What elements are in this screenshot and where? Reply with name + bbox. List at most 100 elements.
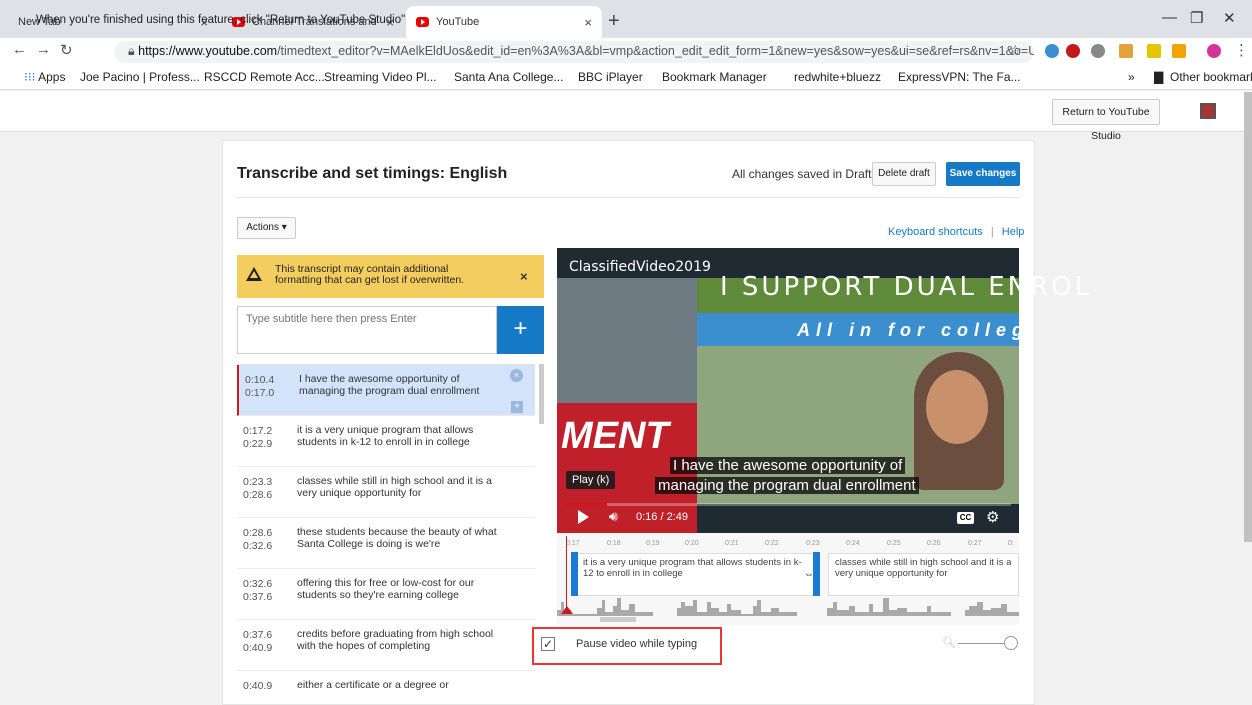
video-time: 0:16 / 2:49 [636, 511, 688, 523]
bookmark-item[interactable]: BBC iPlayer [578, 70, 643, 84]
timeline-tick: 0:19 [646, 540, 660, 547]
maximize-icon[interactable]: ❐ [1190, 9, 1203, 27]
bookmark-other[interactable]: Other bookmarks [1170, 70, 1252, 84]
add-caption-button[interactable]: + [497, 306, 544, 354]
back-icon[interactable]: ← [12, 41, 27, 58]
return-to-studio-button[interactable]: Return to YouTube Studio [1052, 99, 1160, 142]
caption-text[interactable]: I have the awesome opportunity of managi… [299, 373, 504, 397]
lock-icon: 🔒︎ [128, 44, 139, 58]
menu-icon[interactable]: ⋮ [1234, 41, 1249, 59]
minimize-icon[interactable]: — [1162, 9, 1177, 26]
pause-video-label[interactable]: Pause video while typing [576, 638, 697, 650]
caption-row[interactable]: 0:32.6 0:37.6 offering this for free or l… [237, 569, 535, 620]
caption-times: 0:32.6 0:37.6 [243, 578, 273, 603]
forward-icon[interactable]: → [36, 41, 51, 58]
timeline-tick: 0:20 [685, 540, 699, 547]
star-icon[interactable]: ☆ [1009, 42, 1022, 59]
timeline-segment[interactable]: it is a very unique program that allows … [576, 553, 816, 596]
extension-icon[interactable] [1119, 44, 1133, 58]
bookmark-item[interactable]: Joe Pacino | Profess... [80, 70, 200, 84]
caption-times: 0:40.9 [243, 680, 273, 692]
profile-avatar[interactable] [1207, 44, 1221, 58]
help-link[interactable]: Help [1002, 226, 1025, 238]
timeline-tick: 0: [1008, 540, 1014, 547]
notice-text: When you're finished using this feature,… [36, 14, 406, 26]
playhead-marker[interactable] [561, 606, 573, 614]
tab-youtube[interactable]: YouTube × [406, 6, 602, 38]
timeline-playhead[interactable] [566, 536, 567, 614]
bookmark-overflow[interactable]: » [1128, 70, 1135, 84]
caption-row[interactable]: 0:37.6 0:40.9 credits before graduating f… [237, 620, 535, 671]
bookmark-item[interactable]: Bookmark Manager [662, 70, 767, 84]
remove-caption-icon[interactable]: × [510, 369, 523, 382]
window-close-icon[interactable]: ✕ [1223, 9, 1236, 27]
actions-dropdown[interactable]: Actions ▾ [237, 217, 296, 239]
segment-start-handle[interactable] [571, 552, 578, 596]
caption-row[interactable]: 0:40.9 either a certificate or a degree … [237, 671, 535, 705]
volume-icon[interactable]: 🔊︎ [609, 508, 618, 525]
cc-icon[interactable]: CC [957, 512, 974, 524]
help-links: Keyboard shortcuts | Help [888, 226, 1024, 238]
page-scrollbar[interactable] [1244, 92, 1252, 542]
video-progress-bar[interactable] [565, 503, 1011, 506]
link-separator: | [990, 226, 994, 238]
caption-text[interactable]: it is a very unique program that allows … [297, 424, 502, 448]
bookmark-item[interactable]: RSCCD Remote Acc... [204, 70, 325, 84]
bookmark-item[interactable]: redwhite+bluezz [794, 70, 881, 84]
url-host: https://www.youtube.com [138, 44, 278, 58]
avatar[interactable] [1200, 103, 1216, 119]
extension-icon[interactable] [1147, 44, 1161, 58]
zoom-slider-track[interactable] [958, 643, 1008, 644]
keyboard-shortcuts-link[interactable]: Keyboard shortcuts [888, 226, 983, 238]
caption-times: 0:28.6 0:32.6 [243, 527, 273, 552]
caption-list-scrollbar[interactable] [539, 364, 544, 424]
caption-text[interactable]: classes while still in high school and i… [297, 475, 502, 499]
tab-label: YouTube [436, 16, 480, 28]
video-caption-line: managing the program dual enrollment [655, 477, 919, 494]
gear-icon[interactable]: ⚙ [986, 508, 999, 526]
caption-row[interactable]: 0:17.2 0:22.9 it is a very unique program… [237, 416, 535, 467]
caption-row[interactable]: 0:23.3 0:28.6 classes while still in high… [237, 467, 535, 518]
bookmark-item[interactable]: Streaming Video Pl... [324, 70, 437, 84]
caption-times: 0:23.3 0:28.6 [243, 476, 273, 501]
caption-text[interactable]: credits before graduating from high scho… [297, 628, 502, 652]
segment-end-handle[interactable] [813, 552, 820, 596]
pause-video-checkbox[interactable]: ✓ [541, 637, 555, 651]
zoom-slider-knob[interactable] [1004, 636, 1018, 650]
adblock-icon[interactable] [1066, 44, 1080, 58]
insert-caption-icon[interactable]: + [511, 401, 523, 413]
caption-text[interactable]: either a certificate or a degree or [297, 679, 502, 691]
reload-icon[interactable]: ↻ [60, 41, 73, 59]
close-icon[interactable]: × [520, 269, 528, 284]
caption-list: 0:10.4 0:17.0 I have the awesome opportun… [237, 364, 535, 705]
extension-icon[interactable] [1172, 44, 1186, 58]
play-icon[interactable] [578, 510, 589, 524]
caption-row[interactable]: 0:10.4 0:17.0 I have the awesome opportun… [237, 365, 535, 416]
warning-icon [246, 267, 262, 281]
timeline-tick: 0:24 [846, 540, 860, 547]
caption-row[interactable]: 0:28.6 0:32.6 these students because the … [237, 518, 535, 569]
bookmark-item[interactable]: Santa Ana College... [454, 70, 563, 84]
bookmark-item[interactable]: ExpressVPN: The Fa... [898, 70, 1021, 84]
bookmark-apps[interactable]: ⁝⁝⁝ Apps [24, 70, 65, 84]
close-icon[interactable]: × [584, 15, 592, 30]
cloud-icon[interactable] [1045, 44, 1059, 58]
subtitle-input[interactable] [237, 306, 497, 354]
timeline-scrollbar[interactable] [600, 617, 636, 622]
caption-times: 0:37.6 0:40.9 [243, 629, 273, 654]
timeline-segment[interactable]: classes while still in high school and i… [828, 553, 1019, 596]
page-title: Transcribe and set timings: English [237, 165, 508, 182]
new-tab-button[interactable]: + [608, 10, 620, 33]
caption-text[interactable]: these students because the beauty of wha… [297, 526, 502, 550]
caption-times: 0:10.4 0:17.0 [245, 374, 275, 399]
delete-draft-button[interactable]: Delete draft [872, 162, 936, 186]
play-tooltip: Play (k) [566, 471, 616, 489]
timeline-tick: 0:26 [927, 540, 941, 547]
save-changes-button[interactable]: Save changes [946, 162, 1020, 186]
extension-icon[interactable] [1091, 44, 1105, 58]
address-bar[interactable]: 🔒︎ https://www.youtube.com/timedtext_edi… [114, 41, 1034, 63]
timeline-tick: 0:27 [968, 540, 982, 547]
caption-text[interactable]: offering this for free or low-cost for o… [297, 577, 502, 601]
folder-icon: ▇ [1154, 70, 1164, 84]
video-classroom-image [557, 278, 697, 403]
